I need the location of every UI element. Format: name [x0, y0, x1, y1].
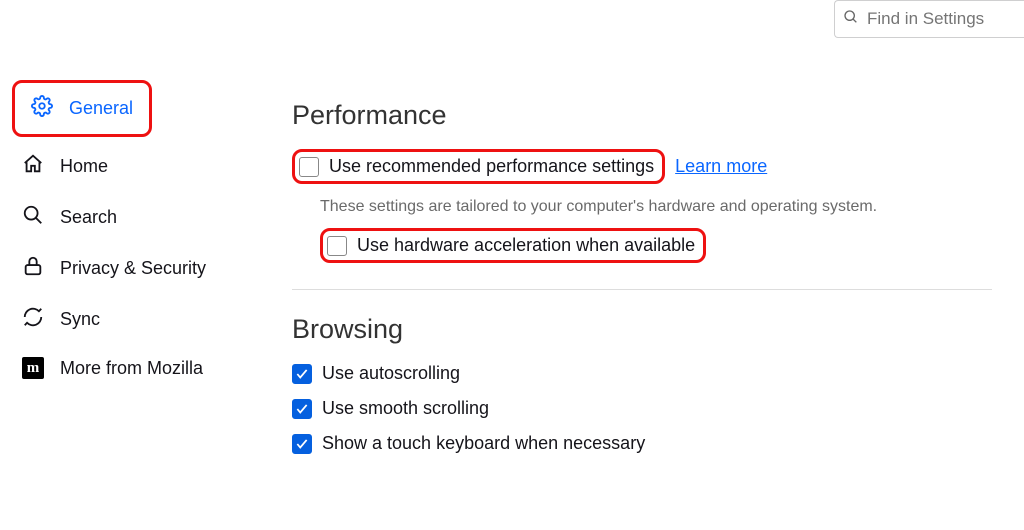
main-content: Performance Use recommended performance … [292, 100, 992, 468]
row-use-recommended: Use recommended performance settings Lea… [292, 149, 992, 184]
row-autoscroll: Use autoscrolling [292, 363, 992, 384]
highlight-hw-accel: Use hardware acceleration when available [320, 228, 706, 263]
label-smooth[interactable]: Use smooth scrolling [322, 398, 489, 419]
row-touchkb: Show a touch keyboard when necessary [292, 433, 992, 454]
search-input-container[interactable] [834, 0, 1024, 38]
sidebar-item-label: General [69, 98, 133, 119]
section-title-performance: Performance [292, 100, 992, 131]
label-touchkb[interactable]: Show a touch keyboard when necessary [322, 433, 645, 454]
sidebar-item-privacy[interactable]: Privacy & Security [12, 247, 242, 290]
sidebar-item-more-mozilla[interactable]: m More from Mozilla [12, 349, 242, 387]
checkbox-smooth[interactable] [292, 399, 312, 419]
highlight-use-recommended: Use recommended performance settings [292, 149, 665, 184]
sidebar-item-label: More from Mozilla [60, 358, 203, 379]
checkbox-autoscroll[interactable] [292, 364, 312, 384]
lock-icon [22, 255, 44, 282]
checkbox-touchkb[interactable] [292, 434, 312, 454]
sidebar-item-label: Privacy & Security [60, 258, 206, 279]
section-title-browsing: Browsing [292, 314, 992, 345]
mozilla-icon: m [22, 357, 44, 379]
checkbox-use-recommended[interactable] [299, 157, 319, 177]
sidebar-item-label: Search [60, 207, 117, 228]
sidebar-item-label: Home [60, 156, 108, 177]
section-divider [292, 289, 992, 290]
highlight-general: General [12, 80, 152, 137]
search-input[interactable] [865, 8, 1016, 30]
sidebar: General Home Search Privacy & Security [12, 80, 242, 387]
performance-subtext: These settings are tailored to your comp… [320, 198, 992, 216]
search-icon [843, 9, 859, 30]
search-icon [22, 204, 44, 231]
label-autoscroll[interactable]: Use autoscrolling [322, 363, 460, 384]
sidebar-item-home[interactable]: Home [12, 145, 242, 188]
learn-more-link[interactable]: Learn more [675, 156, 767, 177]
label-use-recommended[interactable]: Use recommended performance settings [329, 156, 654, 177]
row-smooth: Use smooth scrolling [292, 398, 992, 419]
label-hw-accel[interactable]: Use hardware acceleration when available [357, 235, 695, 256]
sidebar-item-general[interactable]: General [21, 87, 143, 130]
sidebar-item-search[interactable]: Search [12, 196, 242, 239]
gear-icon [31, 95, 53, 122]
sidebar-item-label: Sync [60, 309, 100, 330]
home-icon [22, 153, 44, 180]
row-hw-accel: Use hardware acceleration when available [320, 228, 992, 263]
checkbox-hw-accel[interactable] [327, 236, 347, 256]
sidebar-item-sync[interactable]: Sync [12, 298, 242, 341]
sync-icon [22, 306, 44, 333]
